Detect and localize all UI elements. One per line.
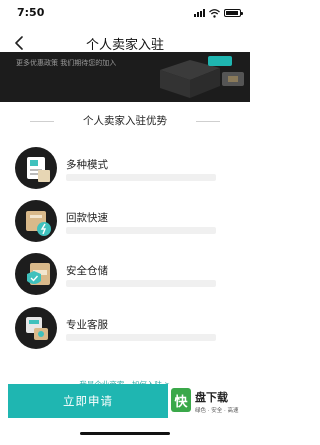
customer-service-icon (15, 307, 57, 349)
wifi-icon (209, 8, 220, 18)
page-title: 个人卖家入驻 (85, 38, 164, 53)
status-bar: 7:50 (0, 0, 250, 24)
feature-label: 多种模式 (66, 159, 108, 171)
status-time: 7:50 (17, 6, 45, 19)
banner-text: 更多优惠政策 我们期待您的加入 (16, 59, 117, 67)
feature-item-secure-warehouse: 安全仓储 (0, 252, 250, 302)
multi-mode-icon (15, 147, 57, 189)
signal-icon (194, 9, 205, 17)
watermark-subtitle: 绿色 · 安全 · 高速 (195, 408, 239, 414)
home-indicator[interactable] (80, 432, 170, 435)
feature-label: 专业客服 (66, 319, 108, 331)
banner-illustration (150, 52, 250, 102)
feature-description-placeholder (66, 174, 216, 181)
feature-item-fast-payment: 回款快速 (0, 199, 250, 249)
apply-now-button[interactable]: 立即申请 (8, 384, 168, 418)
feature-item-multi-mode: 多种模式 (0, 146, 250, 196)
feature-label: 回款快速 (66, 212, 108, 224)
watermark-logo-mark: 快 (171, 388, 191, 412)
feature-item-customer-service: 专业客服 (0, 306, 250, 356)
feature-description-placeholder (66, 227, 216, 234)
battery-icon (224, 9, 243, 17)
battery-level (226, 11, 238, 15)
feature-description-placeholder (66, 334, 216, 341)
watermark-title: 盘下载 (195, 391, 228, 404)
home-indicator-area (0, 418, 250, 445)
secure-warehouse-icon (15, 253, 57, 295)
fast-payment-icon (15, 200, 57, 242)
watermark-logo: 快 盘下载 绿色 · 安全 · 高速 (168, 384, 250, 418)
title-divider-right (196, 121, 220, 122)
promo-banner: 更多优惠政策 我们期待您的加入 (0, 52, 250, 102)
feature-description-placeholder (66, 280, 216, 287)
status-icons (194, 8, 243, 18)
feature-label: 安全仓储 (66, 265, 108, 277)
